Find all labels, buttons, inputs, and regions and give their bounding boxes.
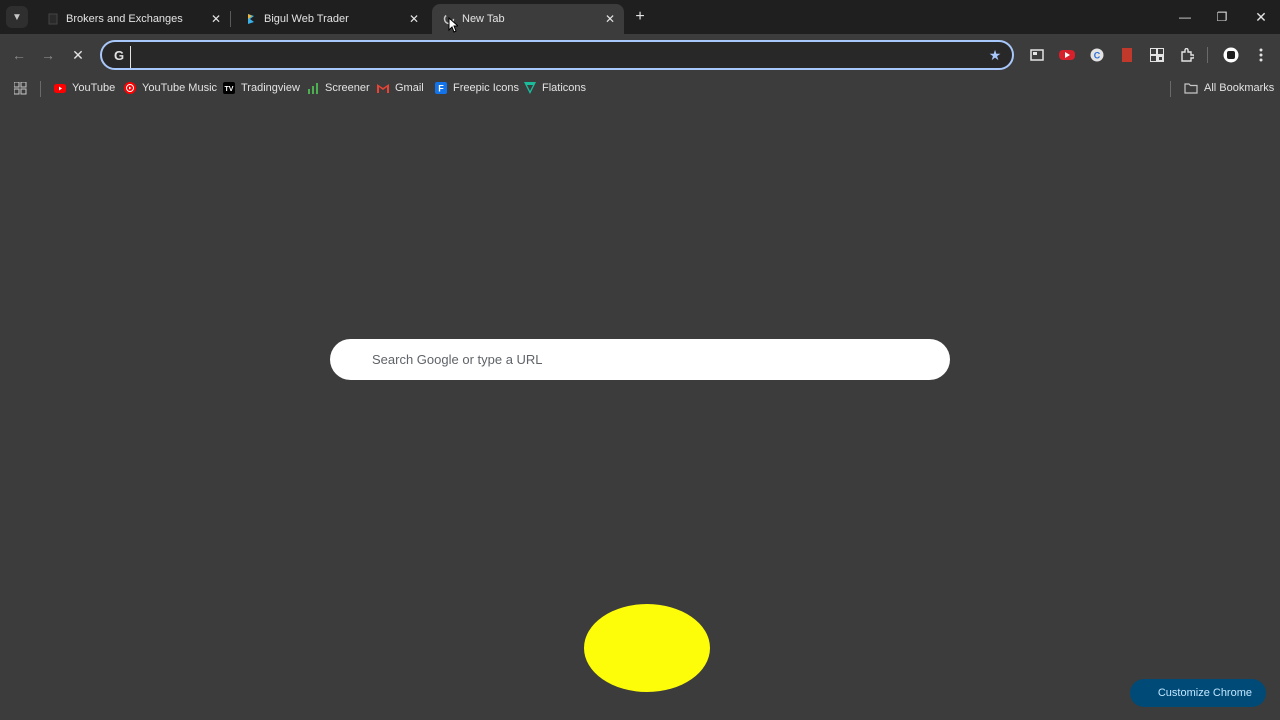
bigul-icon xyxy=(244,12,258,26)
apps-grid-icon[interactable] xyxy=(14,79,27,97)
svg-text:TV: TV xyxy=(225,86,234,93)
google-icon: G xyxy=(113,47,125,63)
search-placeholder: Search Google or type a URL xyxy=(372,352,543,367)
svg-text:F: F xyxy=(438,84,444,94)
grammar-extension-icon[interactable]: C xyxy=(1088,46,1106,64)
bookmark-divider xyxy=(40,81,41,97)
profile-icon[interactable] xyxy=(1222,46,1240,64)
restore-button[interactable]: ❐ xyxy=(1209,6,1235,28)
flaticon-icon xyxy=(524,82,536,94)
qr-extension-icon[interactable] xyxy=(1148,46,1166,64)
browser-toolbar: ← → ✕ G ★ C xyxy=(0,34,1280,76)
back-button[interactable]: ← xyxy=(8,44,30,66)
bookmark-label: Freepic Icons xyxy=(453,82,520,94)
youtube-icon xyxy=(54,82,66,94)
tab-divider xyxy=(230,11,231,27)
bookmark-youtube[interactable]: YouTube xyxy=(54,79,115,97)
video-extension-icon[interactable] xyxy=(1058,46,1076,64)
all-bookmarks-button[interactable]: All Bookmarks xyxy=(1184,79,1274,97)
freepik-icon: F xyxy=(435,82,447,94)
tab-search-dropdown-icon[interactable]: ▼ xyxy=(6,6,28,28)
close-icon[interactable]: ✕ xyxy=(406,11,422,27)
tab-search-icon[interactable] xyxy=(1028,46,1046,64)
bookmark-gmail[interactable]: Gmail xyxy=(377,79,424,97)
customize-chrome-label: Customize Chrome xyxy=(1157,687,1252,699)
bookmark-extension-icon[interactable] xyxy=(1118,46,1136,64)
all-bookmarks-label: All Bookmarks xyxy=(1204,82,1275,94)
bookmark-label: Gmail xyxy=(395,82,424,94)
customize-chrome-button[interactable]: Customize Chrome xyxy=(1130,679,1266,707)
address-bar[interactable]: G ★ xyxy=(100,40,1014,70)
bookmark-label: Tradingview xyxy=(241,82,300,94)
bookmark-tradingview[interactable]: TV Tradingview xyxy=(223,79,300,97)
page-icon xyxy=(46,12,60,26)
bookmark-divider xyxy=(1170,81,1171,97)
tab-bigul[interactable]: Bigul Web Trader ✕ xyxy=(234,4,428,34)
kebab-menu-icon[interactable] xyxy=(1252,46,1270,64)
bookmarks-bar: YouTube YouTube Music TV Tradingview Scr… xyxy=(0,76,1280,100)
bookmark-label: Flaticons xyxy=(542,82,587,94)
tab-brokers[interactable]: Brokers and Exchanges ✕ xyxy=(36,4,230,34)
tab-title: New Tab xyxy=(462,13,505,25)
forward-button[interactable]: → xyxy=(37,44,59,66)
minimize-button[interactable]: — xyxy=(1172,6,1198,28)
bookmark-flaticon[interactable]: Flaticons xyxy=(524,79,586,97)
bookmark-label: Screener xyxy=(325,82,370,94)
toolbar-divider xyxy=(1207,47,1208,63)
puzzle-icon[interactable] xyxy=(1178,46,1196,64)
tab-strip: ▼ Brokers and Exchanges ✕ Bigul Web Trad… xyxy=(0,0,1280,34)
yellow-highlight-blob xyxy=(584,604,710,692)
close-icon[interactable]: ✕ xyxy=(602,11,618,27)
tab-title: Bigul Web Trader xyxy=(264,13,349,25)
window-close-button[interactable]: ✕ xyxy=(1248,6,1274,28)
youtube-music-icon xyxy=(124,82,136,94)
mouse-cursor-icon xyxy=(448,17,458,33)
stop-loading-button[interactable]: ✕ xyxy=(67,44,89,66)
folder-icon xyxy=(1184,82,1198,94)
tab-title: Brokers and Exchanges xyxy=(66,13,183,25)
omnibox-input[interactable] xyxy=(130,46,975,68)
bookmark-youtube-music[interactable]: YouTube Music xyxy=(124,79,217,97)
bookmark-label: YouTube Music xyxy=(142,82,218,94)
bookmark-label: YouTube xyxy=(72,82,116,94)
screener-icon xyxy=(307,82,319,94)
svg-text:C: C xyxy=(1094,51,1101,61)
tab-new-tab[interactable]: New Tab ✕ xyxy=(432,4,624,34)
tradingview-icon: TV xyxy=(223,82,235,94)
bookmark-star-icon[interactable]: ★ xyxy=(986,46,1004,64)
ntp-search-box[interactable]: Search Google or type a URL xyxy=(330,339,950,380)
bookmark-freepik[interactable]: F Freepic Icons xyxy=(435,79,519,97)
gmail-icon xyxy=(377,82,389,94)
close-icon[interactable]: ✕ xyxy=(208,11,224,27)
bookmark-screener[interactable]: Screener xyxy=(307,79,370,97)
new-tab-button[interactable]: + xyxy=(630,7,650,27)
